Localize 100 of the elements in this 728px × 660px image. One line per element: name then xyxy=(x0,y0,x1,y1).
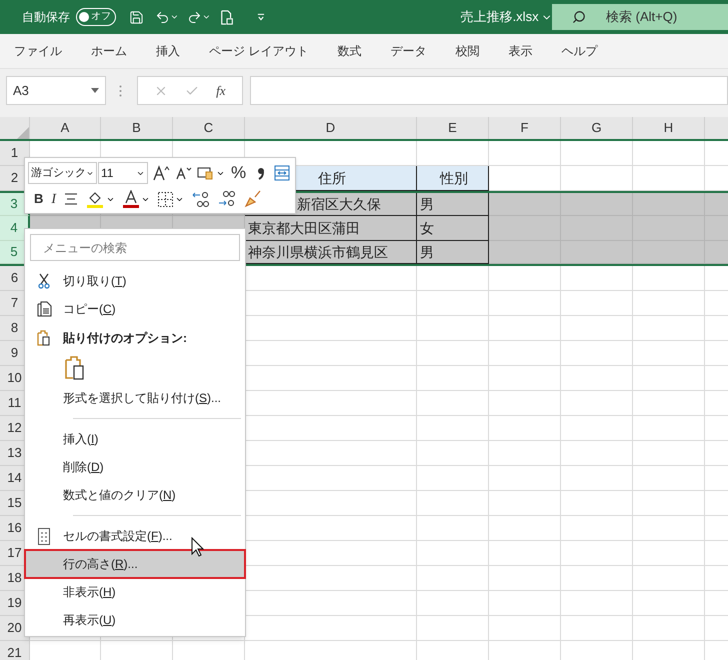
table-cell[interactable] xyxy=(633,566,705,591)
table-cell[interactable] xyxy=(633,166,705,191)
table-cell[interactable] xyxy=(561,141,633,166)
table-cell[interactable]: 男 xyxy=(417,241,489,264)
customize-icon[interactable] xyxy=(256,13,265,21)
select-all-icon[interactable] xyxy=(17,127,29,139)
table-cell[interactable] xyxy=(417,466,489,491)
menu-tab[interactable]: ヘルプ xyxy=(561,42,598,60)
table-cell[interactable] xyxy=(417,541,489,566)
table-cell[interactable] xyxy=(489,516,561,541)
brush-icon[interactable] xyxy=(244,190,262,208)
borders-icon[interactable] xyxy=(158,192,174,206)
table-cell[interactable] xyxy=(245,391,417,416)
table-cell[interactable] xyxy=(561,166,633,191)
row-header[interactable]: 21 xyxy=(0,641,30,660)
table-cell[interactable] xyxy=(633,291,705,316)
table-cell[interactable] xyxy=(245,291,417,316)
table-cell[interactable]: 性別 xyxy=(417,166,489,191)
table-cell[interactable] xyxy=(417,566,489,591)
table-cell[interactable] xyxy=(489,566,561,591)
column-header[interactable]: G xyxy=(561,117,633,139)
menu-tab[interactable]: 表示 xyxy=(508,42,532,60)
table-cell[interactable] xyxy=(561,316,633,341)
table-cell[interactable] xyxy=(633,441,705,466)
table-cell[interactable] xyxy=(633,193,705,216)
table-cell[interactable] xyxy=(561,441,633,466)
table-cell[interactable] xyxy=(417,391,489,416)
table-cell[interactable] xyxy=(489,441,561,466)
table-cell[interactable] xyxy=(561,466,633,491)
table-cell[interactable] xyxy=(633,491,705,516)
table-cell[interactable] xyxy=(417,341,489,366)
column-header[interactable]: D xyxy=(245,117,417,139)
table-cell[interactable] xyxy=(561,291,633,316)
table-cell[interactable] xyxy=(561,591,633,616)
table-cell[interactable] xyxy=(489,591,561,616)
table-cell[interactable] xyxy=(489,391,561,416)
phonetic-icon[interactable] xyxy=(197,166,215,180)
autosave-toggle[interactable]: オフ xyxy=(76,8,116,26)
table-cell[interactable] xyxy=(245,416,417,441)
table-cell[interactable] xyxy=(417,316,489,341)
table-cell[interactable] xyxy=(489,216,561,241)
table-cell[interactable] xyxy=(245,616,417,641)
menu-tab[interactable]: データ xyxy=(390,42,426,60)
fill-color-icon[interactable] xyxy=(86,190,104,208)
row-header[interactable]: 4 xyxy=(0,216,30,241)
table-cell[interactable] xyxy=(561,416,633,441)
column-header[interactable]: F xyxy=(489,117,561,139)
table-cell[interactable] xyxy=(245,266,417,291)
table-cell[interactable] xyxy=(245,466,417,491)
table-cell[interactable] xyxy=(633,316,705,341)
table-cell[interactable] xyxy=(561,541,633,566)
table-cell[interactable] xyxy=(489,341,561,366)
table-cell[interactable] xyxy=(705,241,728,264)
menu-tab[interactable]: ページ レイアウト xyxy=(209,42,308,60)
font-color-icon[interactable] xyxy=(123,190,140,208)
table-cell[interactable] xyxy=(489,291,561,316)
wrap-text-icon[interactable] xyxy=(274,165,290,181)
table-cell[interactable] xyxy=(561,193,633,216)
table-cell[interactable] xyxy=(245,316,417,341)
table-cell[interactable] xyxy=(561,516,633,541)
column-header[interactable]: B xyxy=(101,117,173,139)
table-cell[interactable]: 神奈川県横浜市鶴見区 xyxy=(245,241,417,264)
table-cell[interactable] xyxy=(417,141,489,166)
table-cell[interactable] xyxy=(633,466,705,491)
formula-field[interactable] xyxy=(250,76,728,105)
menu-tab[interactable]: ファイル xyxy=(14,42,62,60)
menu-tab[interactable]: 校閲 xyxy=(455,42,480,60)
table-cell[interactable] xyxy=(489,366,561,391)
table-cell[interactable] xyxy=(561,241,633,264)
table-cell[interactable] xyxy=(489,491,561,516)
menu-tab[interactable]: 数式 xyxy=(337,42,362,60)
table-cell[interactable] xyxy=(489,166,561,191)
row-header[interactable]: 1 xyxy=(0,141,30,166)
table-cell[interactable] xyxy=(705,193,728,216)
table-cell[interactable] xyxy=(417,616,489,641)
table-cell[interactable] xyxy=(417,491,489,516)
comma-style-icon[interactable] xyxy=(257,166,266,180)
table-cell[interactable] xyxy=(245,341,417,366)
table-cell[interactable] xyxy=(489,316,561,341)
table-cell[interactable] xyxy=(633,416,705,441)
table-cell[interactable] xyxy=(633,591,705,616)
table-cell[interactable] xyxy=(561,566,633,591)
table-cell[interactable] xyxy=(417,591,489,616)
table-cell[interactable] xyxy=(245,591,417,616)
table-cell[interactable] xyxy=(245,566,417,591)
table-cell[interactable] xyxy=(561,366,633,391)
table-cell[interactable] xyxy=(561,616,633,641)
table-cell[interactable] xyxy=(245,541,417,566)
table-cell[interactable] xyxy=(633,616,705,641)
font-dropdown[interactable]: 游ゴシック xyxy=(28,162,97,184)
decrease-decimal-icon[interactable] xyxy=(192,190,210,208)
document-icon[interactable] xyxy=(220,8,234,26)
table-cell[interactable] xyxy=(633,141,705,166)
menu-tab[interactable]: ホーム xyxy=(91,42,127,60)
bold-button[interactable]: B xyxy=(34,189,44,209)
table-cell[interactable] xyxy=(417,291,489,316)
table-cell[interactable] xyxy=(489,416,561,441)
table-cell[interactable] xyxy=(489,193,561,216)
context-menu-item[interactable]: 行の高さ(R)... xyxy=(25,550,245,578)
table-cell[interactable] xyxy=(633,541,705,566)
